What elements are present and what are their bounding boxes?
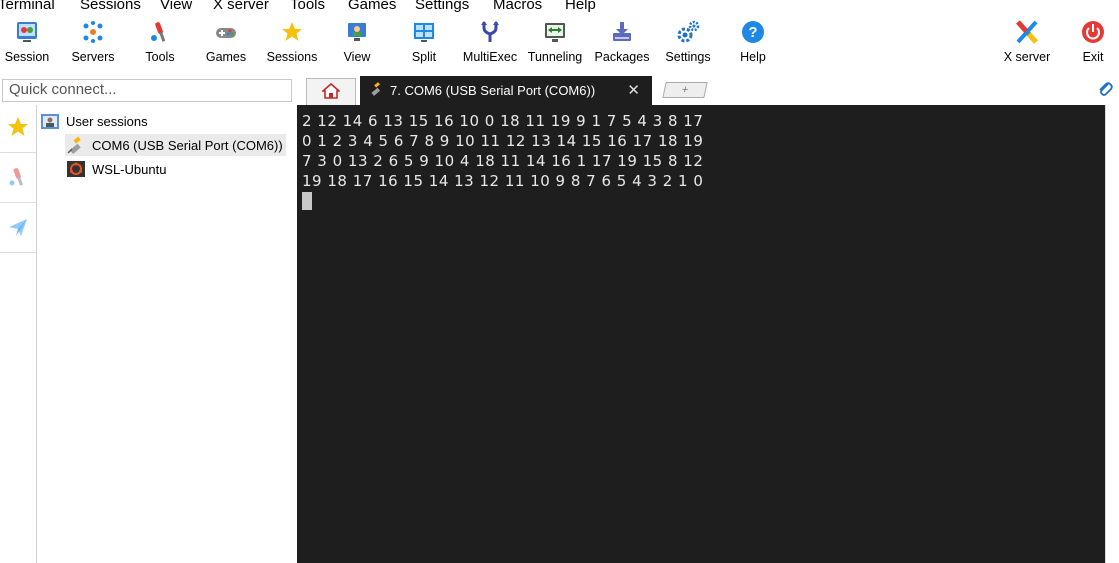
home-icon	[320, 82, 342, 102]
menu-sessions[interactable]: Sessions	[80, 0, 141, 13]
settings-button[interactable]: Settings	[662, 18, 714, 68]
tree-item-label: WSL-Ubuntu	[92, 161, 167, 177]
menu-settings[interactable]: Settings	[415, 0, 469, 13]
paperclip-icon[interactable]	[1097, 80, 1113, 101]
star-icon	[278, 18, 306, 46]
tree-item-com6[interactable]: COM6 (USB Serial Port (COM6))	[65, 134, 286, 156]
svg-text:?: ?	[748, 24, 757, 41]
session-icon	[13, 18, 41, 46]
terminal-line: 2 12 14 6 13 15 16 10 0 18 11 19 9 1 7 5…	[302, 112, 704, 130]
sidebar-tab-tools[interactable]	[0, 155, 36, 203]
tab-close-icon[interactable]: ✕	[627, 81, 640, 99]
menu-view[interactable]: View	[160, 0, 192, 13]
session-button[interactable]: Session	[4, 18, 50, 68]
menu-xserver[interactable]: X server	[213, 0, 269, 13]
help-button[interactable]: ? Help	[736, 18, 770, 68]
menu-macros[interactable]: Macros	[493, 0, 542, 13]
power-icon	[1079, 18, 1107, 46]
games-button[interactable]: Games	[203, 18, 249, 68]
sidebar-tab-macros[interactable]	[0, 205, 36, 253]
terminal-cursor	[302, 192, 312, 210]
menu-bar: Terminal Sessions View X server Tools Ga…	[0, 0, 1119, 14]
packages-download-icon	[608, 18, 636, 46]
tree-user-sessions[interactable]: User sessions	[39, 110, 148, 132]
gamepad-icon	[212, 18, 240, 46]
tunneling-button[interactable]: Tunneling	[526, 18, 584, 68]
packages-button[interactable]: Packages	[594, 18, 650, 68]
plus-icon: +	[680, 84, 690, 96]
multiexec-button[interactable]: MultiExec	[461, 18, 519, 68]
star-icon	[7, 116, 29, 141]
new-tab-button[interactable]: +	[662, 82, 708, 98]
gear-icon	[674, 18, 702, 46]
tree-item-label: COM6 (USB Serial Port (COM6))	[92, 137, 283, 153]
main-toolbar: Session Servers Tools Games Sessions Vie…	[0, 14, 1119, 72]
view-icon	[343, 18, 371, 46]
split-icon	[410, 18, 438, 46]
user-folder-icon	[39, 111, 61, 131]
servers-button[interactable]: Servers	[68, 18, 118, 68]
menu-tools[interactable]: Tools	[290, 0, 325, 13]
xserver-x-icon	[1013, 18, 1041, 46]
menu-games[interactable]: Games	[348, 0, 396, 13]
exit-button[interactable]: Exit	[1078, 18, 1108, 68]
tree-root-label: User sessions	[66, 113, 148, 129]
tools-button[interactable]: Tools	[138, 18, 182, 68]
tree-item-wsl-ubuntu[interactable]: WSL-Ubuntu	[65, 158, 166, 180]
tab-bar: 7. COM6 (USB Serial Port (COM6)) ✕ +	[296, 74, 1119, 105]
sessions-button[interactable]: Sessions	[265, 18, 319, 68]
terminal-line: 0 1 2 3 4 5 6 7 8 9 10 11 12 13 14 15 16…	[302, 132, 704, 150]
menu-help[interactable]: Help	[565, 0, 596, 13]
help-question-icon: ?	[739, 18, 767, 46]
tab-com6[interactable]: 7. COM6 (USB Serial Port (COM6)) ✕	[360, 76, 652, 105]
left-sidebar	[0, 105, 37, 563]
send-plane-icon	[7, 216, 29, 241]
ubuntu-icon	[65, 159, 87, 179]
tab-home[interactable]	[306, 78, 356, 105]
terminal-line: 7 3 0 13 2 6 5 9 10 4 18 11 14 16 1 17 1…	[302, 152, 704, 170]
tunneling-icon	[541, 18, 569, 46]
terminal-scrollbar[interactable]	[1105, 105, 1119, 563]
tools-icon	[7, 166, 29, 191]
terminal-pane[interactable]: 2 12 14 6 13 15 16 10 0 18 11 19 9 1 7 5…	[297, 105, 1105, 563]
serial-plug-icon	[65, 135, 87, 155]
sidebar-tab-sessions[interactable]	[0, 105, 36, 153]
tab-title: 7. COM6 (USB Serial Port (COM6))	[390, 83, 596, 98]
terminal-line: 19 18 17 16 15 14 13 12 11 10 9 8 7 6 5 …	[302, 172, 704, 190]
view-button[interactable]: View	[336, 18, 378, 68]
servers-icon	[79, 18, 107, 46]
tools-icon	[146, 18, 174, 46]
multiexec-fork-icon	[476, 18, 504, 46]
quick-connect-input[interactable]: Quick connect...	[2, 79, 292, 102]
split-button[interactable]: Split	[404, 18, 444, 68]
session-tree: User sessions COM6 (USB Serial Port (COM…	[37, 105, 296, 563]
menu-terminal[interactable]: Terminal	[0, 0, 55, 13]
serial-plug-icon	[368, 81, 384, 100]
xserver-button[interactable]: X server	[1000, 18, 1054, 68]
